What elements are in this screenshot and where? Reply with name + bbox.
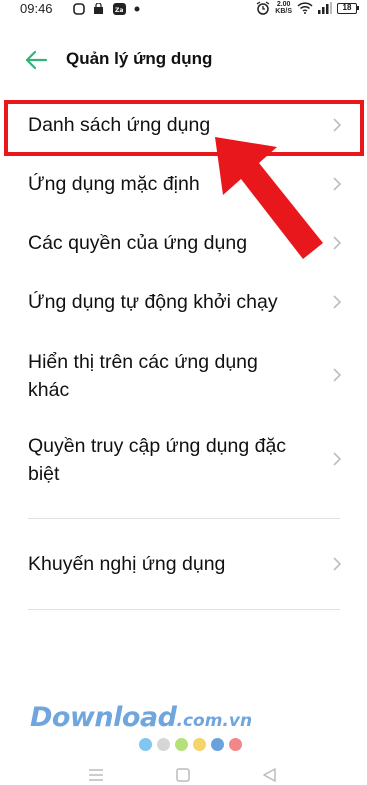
status-bar: 09:46 Za 2.00 KB/S 18 [0, 0, 367, 18]
list-item-label: Khuyến nghị ứng dụng [28, 553, 226, 575]
dot-icon [134, 6, 140, 12]
status-right-group: 2.00 KB/S 18 [256, 1, 359, 15]
navigation-bar [0, 760, 367, 785]
chevron-right-icon [333, 368, 342, 382]
section-divider [28, 609, 340, 610]
battery-icon: 18 [337, 2, 359, 14]
network-speed: 2.00 KB/S [275, 1, 292, 15]
watermark-dot [139, 738, 152, 751]
menu-icon[interactable] [89, 769, 103, 781]
watermark-dot [157, 738, 170, 751]
signal-icon [318, 2, 332, 14]
watermark-brand: Download [30, 702, 177, 733]
watermark: Download.com.vn [30, 702, 270, 733]
list-item-special-access[interactable]: Quyền truy cập ứng dụng đặc biệt [28, 432, 318, 488]
network-speed-value: 2.00 [276, 1, 291, 8]
arrow-left-icon[interactable] [24, 49, 48, 71]
home-icon[interactable] [176, 768, 190, 782]
page-title: Quản lý ứng dụng [66, 49, 213, 68]
list-item-label: Ứng dụng tự động khởi chạy [28, 291, 278, 313]
alarm-icon [256, 1, 270, 15]
status-time: 09:46 [20, 1, 53, 16]
list-item-display-over-apps[interactable]: Hiển thị trên các ứng dụng khác [28, 348, 298, 404]
app-bar: Quản lý ứng dụng [0, 40, 367, 80]
section-divider [28, 518, 340, 519]
annotation-arrow [215, 137, 323, 259]
chevron-right-icon [333, 295, 342, 309]
chevron-right-icon [333, 452, 342, 466]
watermark-dot [211, 738, 224, 751]
watermark-dots [139, 738, 242, 751]
watermark-tld: .com.vn [176, 711, 253, 731]
notification-app-icon [73, 3, 85, 15]
back-icon[interactable] [263, 768, 276, 782]
shopping-bag-icon [94, 3, 103, 14]
list-item-label: Ứng dụng mặc định [28, 173, 200, 195]
chevron-right-icon [333, 557, 342, 571]
list-item-label: Hiển thị trên các ứng dụng khác [28, 351, 258, 401]
list-item-label: Quyền truy cập ứng dụng đặc biệt [28, 435, 287, 485]
watermark-dot [175, 738, 188, 751]
list-item-auto-launch[interactable]: Ứng dụng tự động khởi chạy [28, 288, 348, 316]
chevron-right-icon [333, 236, 342, 250]
svg-text:Za: Za [115, 7, 123, 14]
network-speed-unit: KB/S [275, 8, 292, 15]
chevron-right-icon [333, 177, 342, 191]
wifi-icon [297, 2, 313, 14]
watermark-dot [229, 738, 242, 751]
zalo-icon: Za [113, 3, 126, 15]
list-item-app-recommendations[interactable]: Khuyến nghị ứng dụng [28, 550, 348, 578]
watermark-dot [193, 738, 206, 751]
